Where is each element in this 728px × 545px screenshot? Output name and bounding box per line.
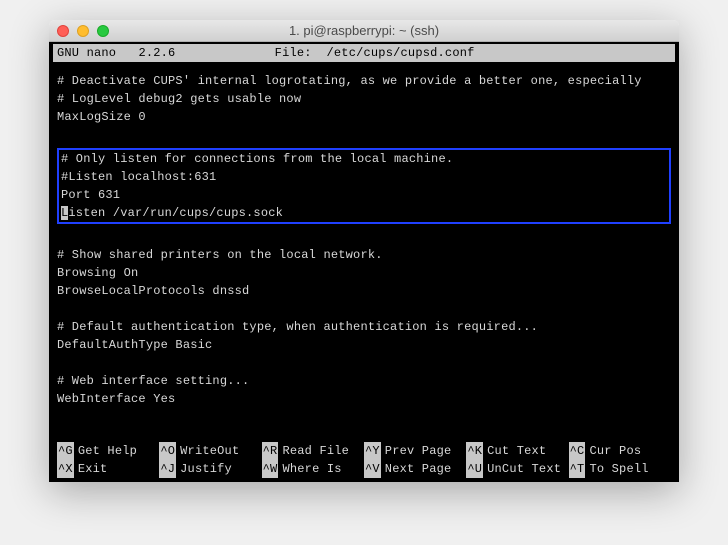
editor-line <box>57 228 671 246</box>
traffic-lights <box>57 25 109 37</box>
zoom-icon[interactable] <box>97 25 109 37</box>
editor-line: # Show shared printers on the local netw… <box>57 246 671 264</box>
command-row: ^GGet Help ^OWriteOut ^RRead File ^YPrev… <box>57 442 671 460</box>
editor-line: # Web interface setting... <box>57 372 671 390</box>
editor-line: BrowseLocalProtocols dnssd <box>57 282 671 300</box>
command-row: ^XExit ^JJustify ^WWhere Is ^VNext Page … <box>57 460 671 478</box>
cmd-cut-text[interactable]: ^KCut Text <box>466 442 568 460</box>
editor-content[interactable]: # Deactivate CUPS' internal logrotating,… <box>53 72 675 426</box>
editor-line: Port 631 <box>61 186 667 204</box>
window-title: 1. pi@raspberrypi: ~ (ssh) <box>49 23 679 38</box>
nano-file-path: /etc/cups/cupsd.conf <box>327 46 475 60</box>
cmd-next-page[interactable]: ^VNext Page <box>364 460 466 478</box>
cmd-read-file[interactable]: ^RRead File <box>262 442 364 460</box>
editor-line <box>57 354 671 372</box>
cmd-where-is[interactable]: ^WWhere Is <box>262 460 364 478</box>
editor-line: Listen /var/run/cups/cups.sock <box>61 204 667 222</box>
editor-line: MaxLogSize 0 <box>57 108 671 126</box>
cmd-prev-page[interactable]: ^YPrev Page <box>364 442 466 460</box>
nano-version: 2.2.6 <box>138 46 175 60</box>
editor-line: # LogLevel debug2 gets usable now <box>57 90 671 108</box>
cmd-get-help[interactable]: ^GGet Help <box>57 442 159 460</box>
editor-line <box>57 126 671 144</box>
titlebar: 1. pi@raspberrypi: ~ (ssh) <box>49 20 679 42</box>
editor-line: # Default authentication type, when auth… <box>57 318 671 336</box>
cmd-writeout[interactable]: ^OWriteOut <box>159 442 261 460</box>
editor-line <box>57 408 671 426</box>
editor-line: Browsing On <box>57 264 671 282</box>
minimize-icon[interactable] <box>77 25 89 37</box>
nano-header: GNU nano 2.2.6 File: /etc/cups/cupsd.con… <box>53 44 675 62</box>
cmd-uncut-text[interactable]: ^UUnCut Text <box>466 460 568 478</box>
cmd-cur-pos[interactable]: ^CCur Pos <box>569 442 671 460</box>
nano-app: GNU nano <box>57 46 116 60</box>
nano-command-bar: ^GGet Help ^OWriteOut ^RRead File ^YPrev… <box>53 442 675 478</box>
terminal-area[interactable]: GNU nano 2.2.6 File: /etc/cups/cupsd.con… <box>49 42 679 482</box>
editor-line: # Deactivate CUPS' internal logrotating,… <box>57 72 671 90</box>
cmd-exit[interactable]: ^XExit <box>57 460 159 478</box>
editor-line <box>57 300 671 318</box>
cmd-justify[interactable]: ^JJustify <box>159 460 261 478</box>
cmd-to-spell[interactable]: ^TTo Spell <box>569 460 671 478</box>
editor-line: #Listen localhost:631 <box>61 168 667 186</box>
close-icon[interactable] <box>57 25 69 37</box>
terminal-window: 1. pi@raspberrypi: ~ (ssh) GNU nano 2.2.… <box>49 20 679 482</box>
editor-line: WebInterface Yes <box>57 390 671 408</box>
highlight-box: # Only listen for connections from the l… <box>57 148 671 224</box>
nano-file-label: File: <box>275 46 312 60</box>
editor-line: DefaultAuthType Basic <box>57 336 671 354</box>
editor-line: # Only listen for connections from the l… <box>61 150 667 168</box>
